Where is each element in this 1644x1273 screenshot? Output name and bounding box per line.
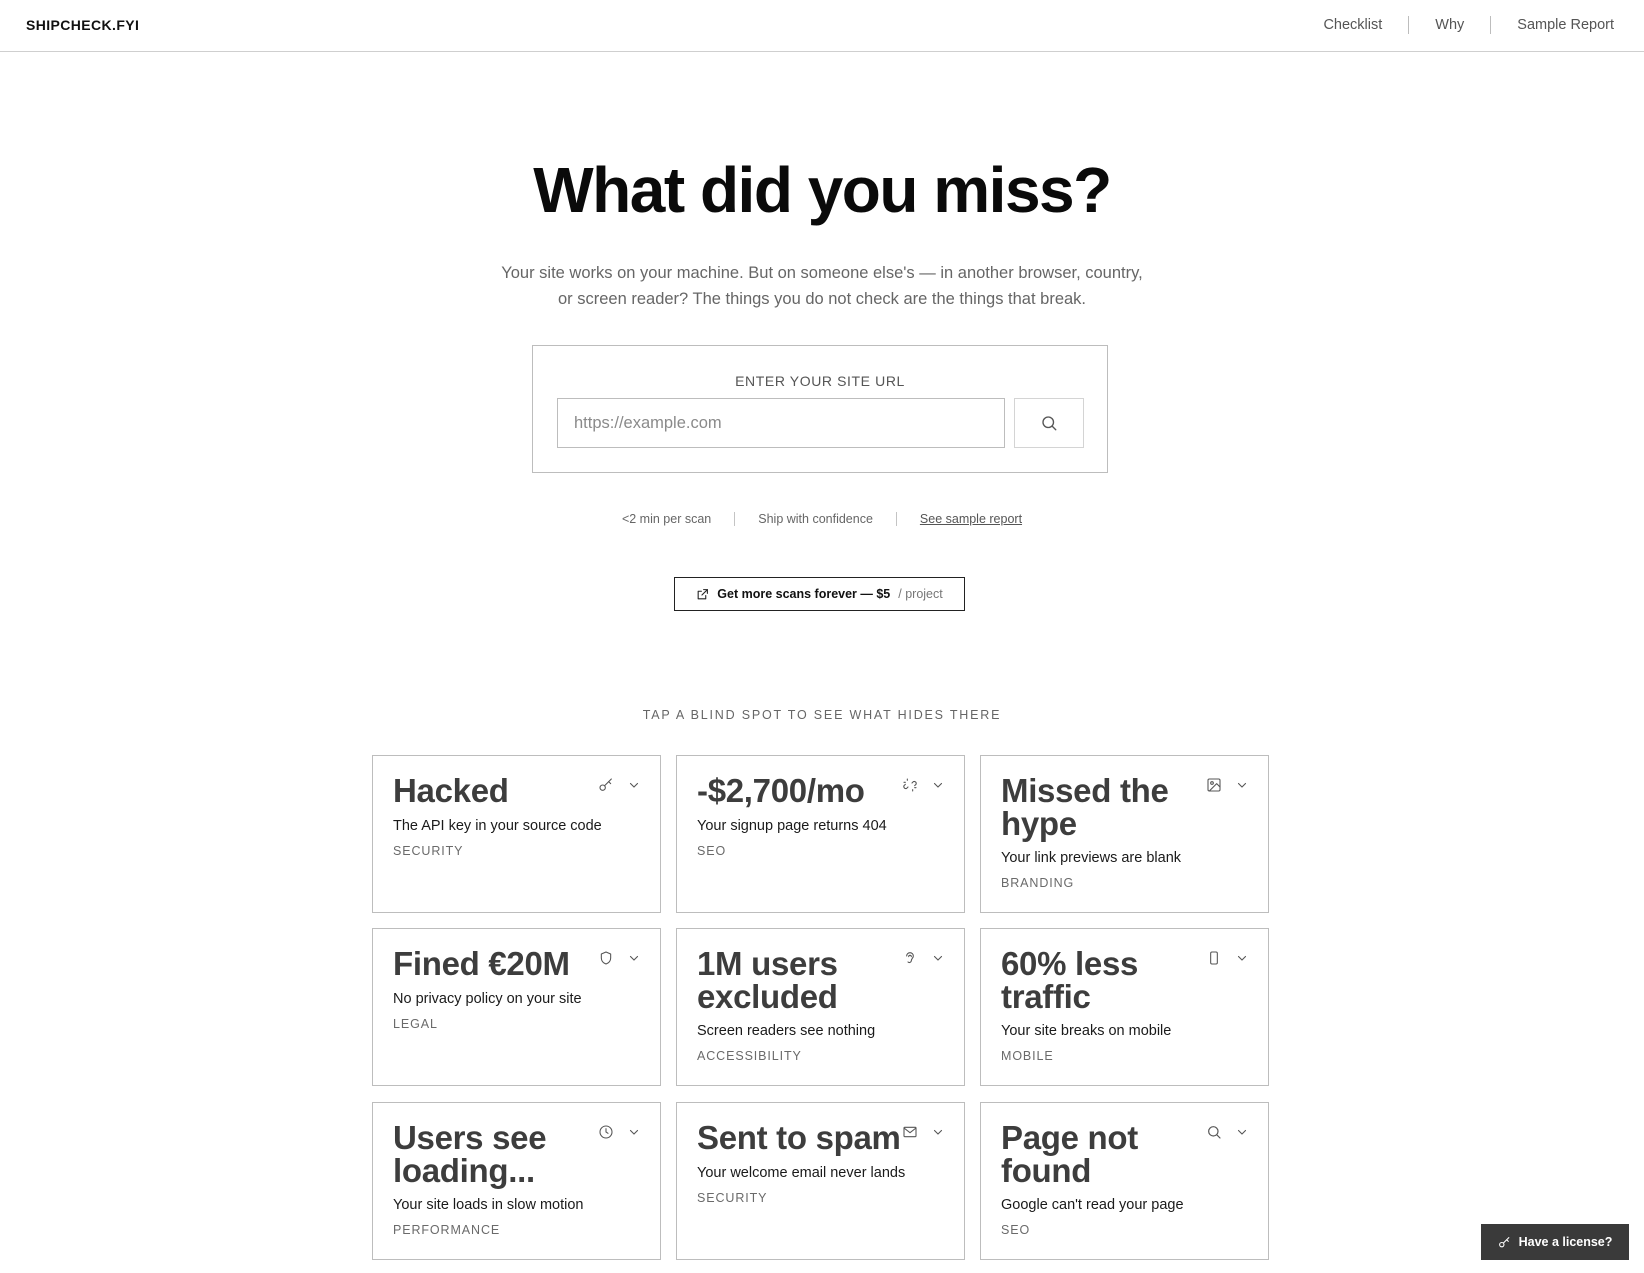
url-input[interactable] (557, 398, 1005, 448)
meta-scan-time: <2 min per scan (621, 512, 712, 526)
nav-why[interactable]: Why (1435, 17, 1464, 33)
nav-checklist[interactable]: Checklist (1323, 17, 1382, 33)
get-more-scans-button[interactable]: Get more scans forever — $5 / project (674, 577, 965, 611)
card-description: No privacy policy on your site (393, 991, 582, 1007)
card-title: Fined €20M (393, 945, 570, 982)
card-category: BRANDING (1001, 876, 1075, 890)
card-category: SECURITY (697, 1191, 768, 1205)
cta-main-label: Get more scans forever — $5 (717, 587, 891, 601)
card-description: Your link previews are blank (1001, 850, 1182, 866)
card-description: Your welcome email never lands (697, 1165, 906, 1181)
nav-divider (1490, 16, 1492, 34)
blind-spot-card-missed-hype[interactable]: Missed the hype Your link previews are b… (980, 755, 1269, 913)
search-icon (1042, 416, 1057, 431)
ear-icon (906, 952, 914, 964)
chevron-down-icon (629, 955, 639, 961)
hero-subtitle: Your site works on your machine. But on … (472, 260, 1172, 312)
card-category: SEO (1001, 1223, 1031, 1237)
meta-row: <2 min per scan Ship with confidence See… (0, 512, 1644, 526)
meta-confidence: Ship with confidence (758, 512, 873, 526)
scan-button[interactable] (1014, 398, 1084, 448)
meta-divider (734, 512, 736, 526)
chevron-down-icon (629, 782, 639, 788)
chevron-down-icon (933, 1129, 943, 1135)
card-description: Screen readers see nothing (697, 1023, 876, 1039)
hero-title: What did you miss? (533, 154, 1112, 226)
chevron-down-icon (933, 782, 943, 788)
external-link-icon (697, 588, 709, 599)
nav-sample-report[interactable]: Sample Report (1517, 17, 1614, 33)
url-label: ENTER YOUR SITE URL (735, 373, 905, 389)
blind-spot-card-less-traffic[interactable]: 60% less traffic Your site breaks on mob… (980, 928, 1269, 1086)
card-category: ACCESSIBILITY (697, 1049, 802, 1063)
nav-divider (1408, 16, 1410, 34)
blind-spot-card-fined[interactable]: Fined €20M No privacy policy on your sit… (372, 928, 661, 1086)
url-form: ENTER YOUR SITE URL (532, 345, 1108, 473)
card-title: Hacked (393, 772, 509, 809)
card-description: Your site loads in slow motion (393, 1197, 584, 1213)
image-icon (1207, 778, 1221, 792)
card-title: 1M users excluded (697, 945, 838, 1015)
card-category: SEO (697, 844, 727, 858)
card-category: PERFORMANCE (393, 1223, 501, 1237)
have-license-button[interactable]: Have a license? (1481, 1224, 1629, 1260)
card-description: The API key in your source code (393, 818, 602, 834)
shield-icon (600, 951, 612, 965)
see-sample-report-link[interactable]: See sample report (920, 512, 1022, 526)
top-bar: SHIPCHECK.FYI Checklist Why Sample Repor… (0, 0, 1644, 52)
blind-spot-card-page-not-found[interactable]: Page not found Google can't read your pa… (980, 1102, 1269, 1260)
card-category: SECURITY (393, 844, 464, 858)
section-label: TAP A BLIND SPOT TO SEE WHAT HIDES THERE (642, 708, 1002, 722)
search-icon (1208, 1126, 1221, 1139)
chevron-down-icon (1237, 1129, 1247, 1135)
meta-divider (895, 512, 897, 526)
key-icon (1498, 1236, 1509, 1247)
license-label: Have a license? (1518, 1235, 1613, 1249)
cta-sub-label: / project (898, 587, 943, 601)
blind-spot-card-users-see-loading[interactable]: Users see loading... Your site loads in … (372, 1102, 661, 1260)
card-category: MOBILE (1001, 1049, 1054, 1063)
chevron-down-icon (629, 1129, 639, 1135)
chevron-down-icon (1237, 782, 1247, 788)
broken-link-icon (903, 778, 917, 792)
chevron-down-icon (933, 955, 943, 961)
brand-logo[interactable]: SHIPCHECK.FYI (26, 17, 139, 33)
clock-icon (599, 1125, 613, 1139)
card-title: Sent to spam (697, 1119, 901, 1156)
hero-subtitle-line1: Your site works on your machine. But on … (501, 264, 1143, 282)
card-description: Your signup page returns 404 (697, 818, 887, 834)
blind-spot-card-sent-to-spam[interactable]: Sent to spam Your welcome email never la… (676, 1102, 965, 1260)
blind-spot-card-hacked[interactable]: Hacked The API key in your source code S… (372, 755, 661, 913)
card-title: Page not found (1001, 1119, 1138, 1189)
card-title: Missed the hype (1001, 772, 1169, 842)
card-category: LEGAL (393, 1017, 438, 1031)
chevron-down-icon (1237, 955, 1247, 961)
card-description: Your site breaks on mobile (1001, 1023, 1172, 1039)
blind-spot-card-signup-404[interactable]: -$2,700/mo Your signup page returns 404 … (676, 755, 965, 913)
card-title: 60% less traffic (1001, 945, 1139, 1015)
key-icon (599, 778, 612, 791)
top-nav: Checklist Why Sample Report (1323, 16, 1614, 34)
card-title: Users see loading... (393, 1119, 547, 1189)
mail-icon (903, 1126, 917, 1138)
card-description: Google can't read your page (1001, 1197, 1184, 1213)
blind-spot-card-users-excluded[interactable]: 1M users excluded Screen readers see not… (676, 928, 965, 1086)
card-title: -$2,700/mo (697, 772, 865, 809)
hero-subtitle-line2: or screen reader? The things you do not … (557, 290, 1087, 308)
phone-icon (1210, 951, 1218, 965)
